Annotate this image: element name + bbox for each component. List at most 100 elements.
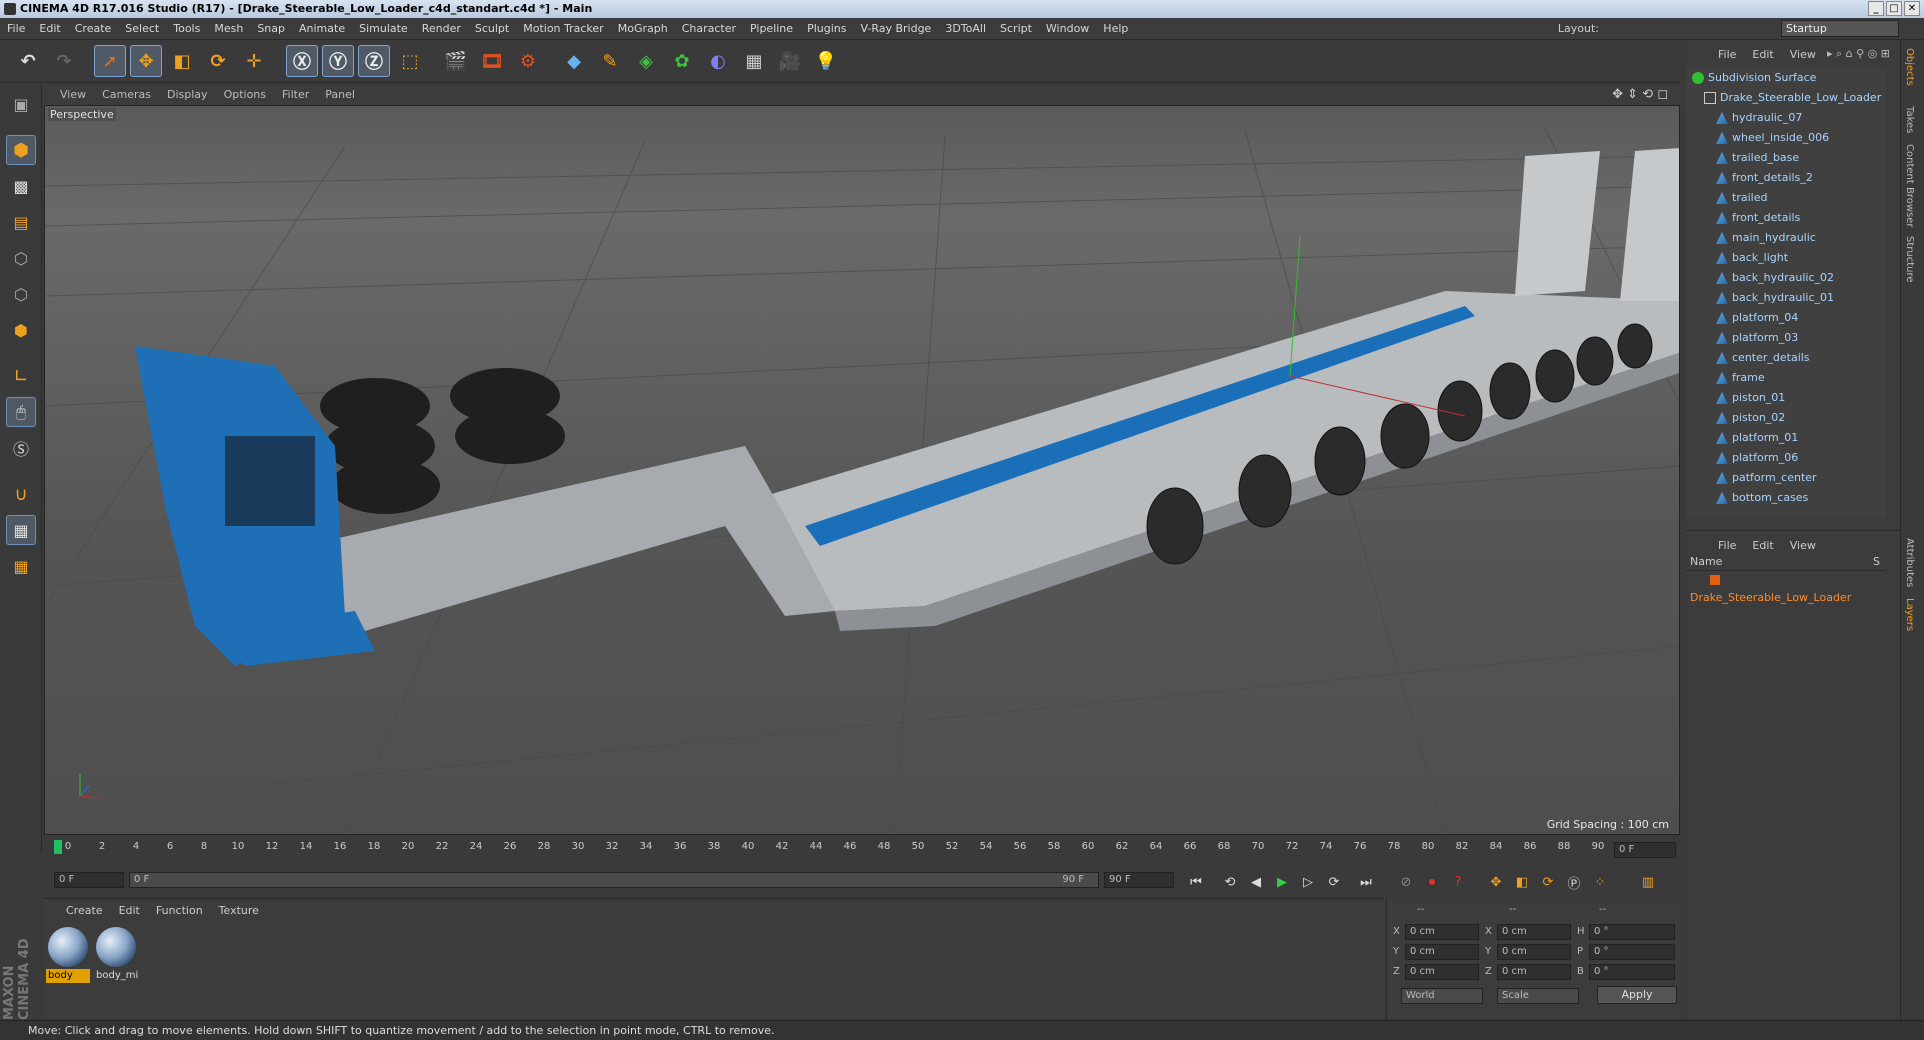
menu-3dtoall[interactable]: 3DToAll [938, 22, 993, 35]
viewport-navigation-icons[interactable]: ✥ ⇕ ⟲ ◻ [1612, 87, 1668, 102]
viewport-perspective[interactable]: Perspective Grid Spacing : 100 cm [44, 105, 1680, 835]
object-row[interactable]: back_hydraulic_01 [1686, 288, 1886, 308]
snap-icon[interactable]: Ⓢ [6, 433, 36, 463]
object-row[interactable]: Subdivision Surface [1686, 68, 1886, 88]
object-row[interactable]: front_details_2 [1686, 168, 1886, 188]
position-x-field[interactable]: 0 cm [1405, 924, 1479, 940]
camera-icon[interactable]: 🎥 [774, 45, 806, 77]
layout-select[interactable]: Startup [1781, 20, 1899, 37]
viewport-menu-display[interactable]: Display [159, 88, 216, 101]
object-row[interactable]: bottom_cases [1686, 488, 1886, 508]
object-row[interactable]: piston_02 [1686, 408, 1886, 428]
material-menu-create[interactable]: Create [58, 904, 111, 917]
tab-content-browser[interactable]: Content Browser [1904, 144, 1915, 227]
object-row[interactable]: trailed [1686, 188, 1886, 208]
object-row[interactable]: center_details [1686, 348, 1886, 368]
om-menu-file[interactable]: File [1710, 48, 1744, 61]
undo-icon[interactable]: ↶ [12, 45, 44, 77]
cloner-icon[interactable]: ✿ [666, 45, 698, 77]
menu-sculpt[interactable]: Sculpt [468, 22, 516, 35]
object-row[interactable]: back_hydraulic_02 [1686, 268, 1886, 288]
menu-create[interactable]: Create [68, 22, 119, 35]
minimize-button[interactable]: _ [1868, 1, 1884, 16]
key-scale-icon[interactable]: ◧ [1510, 870, 1534, 894]
lock-workplane-icon[interactable]: ▦ [6, 515, 36, 545]
menu-file[interactable]: File [0, 22, 32, 35]
tab-attributes[interactable]: Attributes [1904, 538, 1915, 587]
object-row[interactable]: main_hydraulic [1686, 228, 1886, 248]
frame-range-slider[interactable]: 0 F 90 F [129, 872, 1099, 888]
magnet-icon[interactable]: ∪ [6, 479, 36, 509]
coordinate-mode-select[interactable]: World [1401, 988, 1483, 1004]
menu-plugins[interactable]: Plugins [800, 22, 853, 35]
move-icon[interactable]: ✥ [130, 45, 162, 77]
keyframe-selection-icon[interactable]: ? [1446, 870, 1470, 894]
menu-mesh[interactable]: Mesh [207, 22, 250, 35]
close-button[interactable]: ✕ [1904, 1, 1920, 16]
animation-mode-icon[interactable]: ▦ [6, 551, 36, 581]
axis-mode-icon[interactable]: ∟ [6, 361, 36, 391]
tweak-mode-icon[interactable]: 🖱 [6, 397, 36, 427]
menu-vray-bridge[interactable]: V-Ray Bridge [853, 22, 938, 35]
tab-structure[interactable]: Structure [1904, 236, 1915, 283]
menu-select[interactable]: Select [118, 22, 166, 35]
menu-mograph[interactable]: MoGraph [611, 22, 675, 35]
ly-menu-file[interactable]: File [1710, 539, 1744, 552]
subdivision-generator-icon[interactable]: ◈ [630, 45, 662, 77]
key-position-icon[interactable]: ✥ [1484, 870, 1508, 894]
timeline-ruler[interactable]: 0 2 4 6 8 10 12 14 16 18 20 22 24 26 28 30 32 34 36 38 40 42 4… [54, 838, 1614, 858]
current-frame-field[interactable]: 0 F [1614, 842, 1676, 858]
object-row[interactable]: patform_center [1686, 468, 1886, 488]
object-list[interactable]: Subdivision Surface Drake_Steerable_Low_L… [1686, 68, 1886, 518]
go-to-end-icon[interactable]: ⏭ [1354, 870, 1378, 894]
object-row[interactable]: platform_06 [1686, 448, 1886, 468]
menu-animate[interactable]: Animate [292, 22, 352, 35]
menu-window[interactable]: Window [1039, 22, 1096, 35]
next-key-icon[interactable]: ⟳ [1322, 870, 1346, 894]
viewport-menu-cameras[interactable]: Cameras [94, 88, 159, 101]
menu-script[interactable]: Script [993, 22, 1039, 35]
menu-snap[interactable]: Snap [250, 22, 292, 35]
render-view-icon[interactable]: 🎬 [440, 45, 472, 77]
menu-tools[interactable]: Tools [166, 22, 207, 35]
viewport-menu-filter[interactable]: Filter [274, 88, 317, 101]
play-forward-icon[interactable]: ▶ [1270, 870, 1294, 894]
deformer-icon[interactable]: ◐ [702, 45, 734, 77]
pen-spline-icon[interactable]: ✎ [594, 45, 626, 77]
points-mode-icon[interactable]: ⬡ [6, 243, 36, 273]
object-row[interactable]: frame [1686, 368, 1886, 388]
cube-primitive-icon[interactable]: ◆ [558, 45, 590, 77]
timeline[interactable]: 0 2 4 6 8 10 12 14 16 18 20 22 24 26 28 30 32 34 36 38 40 42 4… [44, 838, 1680, 868]
menu-edit[interactable]: Edit [32, 22, 67, 35]
object-row[interactable]: trailed_base [1686, 148, 1886, 168]
redo-icon[interactable]: ↷ [48, 45, 80, 77]
auto-keying-icon[interactable]: ⏺ [1420, 870, 1444, 894]
viewport-menu-options[interactable]: Options [216, 88, 274, 101]
texture-mode-icon[interactable]: ▩ [6, 171, 36, 201]
tab-objects[interactable]: Objects [1904, 48, 1915, 86]
end-frame-field[interactable]: 90 F [1104, 872, 1174, 888]
menu-render[interactable]: Render [415, 22, 468, 35]
key-rotation-icon[interactable]: ⟳ [1536, 870, 1560, 894]
coordinate-system-icon[interactable]: ⬚ [394, 45, 426, 77]
object-row[interactable]: wheel_inside_006 [1686, 128, 1886, 148]
size-mode-select[interactable]: Scale [1497, 988, 1579, 1004]
material-swatch-body[interactable]: body [46, 925, 90, 983]
viewport-menu-view[interactable]: View [52, 88, 94, 101]
menu-simulate[interactable]: Simulate [352, 22, 415, 35]
render-picture-viewer-icon[interactable]: 🎞 [476, 45, 508, 77]
model-mode-icon[interactable]: ⬢ [6, 135, 36, 165]
timeline-window-icon[interactable]: ▥ [1636, 870, 1660, 894]
viewport-menu-panel[interactable]: Panel [317, 88, 363, 101]
om-toolbar-icons[interactable]: ▸ ⌕ ⌂ ⚲ ◎ ⊞ [1827, 47, 1890, 61]
material-menu-function[interactable]: Function [148, 904, 211, 917]
object-row[interactable]: piston_01 [1686, 388, 1886, 408]
position-z-field[interactable]: 0 cm [1405, 964, 1479, 980]
om-menu-view[interactable]: View [1782, 48, 1824, 61]
material-menu-edit[interactable]: Edit [111, 904, 148, 917]
object-row[interactable]: platform_04 [1686, 308, 1886, 328]
workplane-mode-icon[interactable]: ▤ [6, 207, 36, 237]
x-axis-lock-icon[interactable]: Ⓧ [286, 45, 318, 77]
menu-motion-tracker[interactable]: Motion Tracker [516, 22, 610, 35]
rotation-h-field[interactable]: 0 ° [1589, 924, 1675, 940]
